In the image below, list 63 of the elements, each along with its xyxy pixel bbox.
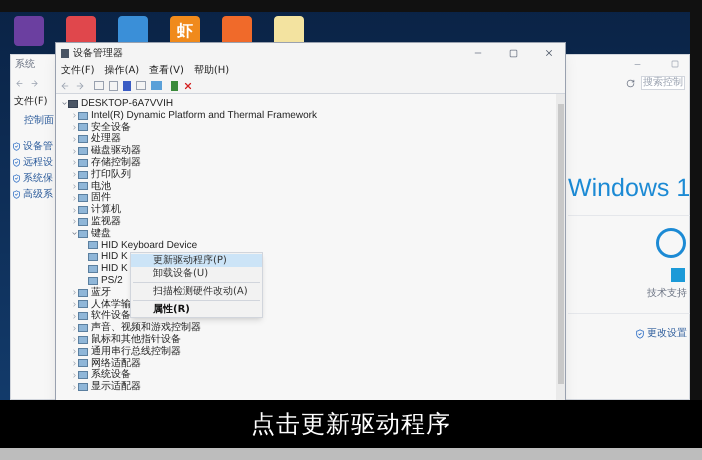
app-icon bbox=[61, 48, 69, 58]
home-link[interactable]: 控制面 bbox=[24, 113, 54, 128]
tree-item[interactable]: 声音、视频和游戏控制器 bbox=[91, 322, 201, 334]
tree-item[interactable]: 网络适配器 bbox=[91, 358, 141, 370]
context-menu-item[interactable]: 更新驱动程序(P) bbox=[131, 254, 262, 267]
close-icon[interactable] bbox=[544, 48, 554, 58]
tree-item[interactable]: 人体学输 bbox=[91, 298, 131, 310]
sidebar-link[interactable]: 系统保 bbox=[23, 170, 53, 186]
tree-item[interactable]: 通用串行总线控制器 bbox=[91, 346, 181, 358]
logo-icon bbox=[656, 228, 686, 258]
tree-item[interactable]: 电池 bbox=[91, 180, 111, 192]
tree-item[interactable]: HID K bbox=[101, 251, 128, 264]
forward-icon[interactable] bbox=[30, 78, 39, 88]
sidebar-link[interactable]: 高级系 bbox=[23, 186, 53, 202]
tree-item[interactable]: PS/2 bbox=[101, 274, 123, 287]
window-title: 系统 bbox=[15, 58, 36, 72]
menu-item[interactable]: 文件(F) bbox=[14, 94, 48, 108]
shield-icon bbox=[12, 158, 21, 166]
tree-item[interactable]: 监视器 bbox=[91, 216, 121, 228]
tree-item[interactable]: 磁盘驱动器 bbox=[91, 145, 141, 157]
shield-icon bbox=[635, 328, 645, 338]
tree-item[interactable]: 处理器 bbox=[91, 133, 121, 146]
maximize-icon[interactable] bbox=[671, 60, 679, 68]
scrollbar[interactable] bbox=[556, 94, 565, 400]
tree-item[interactable]: DESKTOP-6A7VVIH bbox=[81, 98, 174, 110]
tree-item[interactable]: 系统设备 bbox=[91, 369, 131, 382]
caption-text: 点击更新驱动程序 bbox=[251, 409, 451, 440]
tree-item[interactable]: Intel(R) Dynamic Platform and Thermal Framework bbox=[91, 110, 317, 122]
change-settings-link[interactable]: 更改设置 bbox=[647, 326, 687, 341]
tree-item[interactable]: 存储控制器 bbox=[91, 156, 141, 169]
shield-icon bbox=[12, 174, 21, 182]
delete-icon[interactable] bbox=[183, 80, 193, 90]
context-menu-item[interactable]: 卸载设备(U) bbox=[131, 267, 262, 280]
context-menu-item[interactable]: 属性(R) bbox=[131, 303, 262, 316]
support-text: 技术支持 bbox=[647, 286, 687, 301]
shield-icon bbox=[12, 190, 21, 198]
tree-item[interactable]: 计算机 bbox=[91, 204, 121, 216]
context-menu-item[interactable]: 扫描检测硬件改动(A) bbox=[131, 285, 262, 298]
tree-item[interactable]: 固件 bbox=[91, 192, 111, 204]
sidebar-link[interactable]: 设备管 bbox=[23, 138, 53, 154]
maximize-icon[interactable] bbox=[509, 48, 518, 58]
menu-item[interactable]: 帮助(H) bbox=[194, 63, 230, 78]
tree-item[interactable]: HID Keyboard Device bbox=[101, 240, 198, 252]
menu-item[interactable]: 操作(A) bbox=[104, 63, 140, 78]
brand-text: Windows 1 bbox=[568, 173, 690, 203]
tree-item[interactable]: 显示适配器 bbox=[91, 381, 141, 393]
sidebar-link[interactable]: 远程设 bbox=[23, 154, 53, 170]
tree-item[interactable]: 打印队列 bbox=[91, 168, 131, 181]
shield-icon bbox=[12, 142, 21, 150]
tree-item[interactable]: 安全设备 bbox=[91, 122, 131, 134]
forward-icon[interactable] bbox=[75, 80, 85, 90]
window-title: 设备管理器 bbox=[73, 46, 123, 60]
tree-item[interactable]: 鼠标和其他指针设备 bbox=[91, 334, 181, 346]
tree-item[interactable]: HID K bbox=[101, 263, 128, 275]
refresh-icon[interactable] bbox=[626, 78, 635, 88]
back-icon[interactable] bbox=[15, 78, 24, 88]
tree-item[interactable]: 软件设备 bbox=[91, 310, 131, 322]
tree-item[interactable]: 键盘 bbox=[91, 228, 111, 240]
menu-item[interactable]: 文件(F) bbox=[61, 63, 95, 78]
menu-item[interactable]: 查看(V) bbox=[149, 63, 184, 78]
tree-item[interactable]: 蓝牙 bbox=[91, 286, 111, 299]
back-icon[interactable] bbox=[60, 80, 70, 90]
computer-icon bbox=[68, 100, 78, 108]
